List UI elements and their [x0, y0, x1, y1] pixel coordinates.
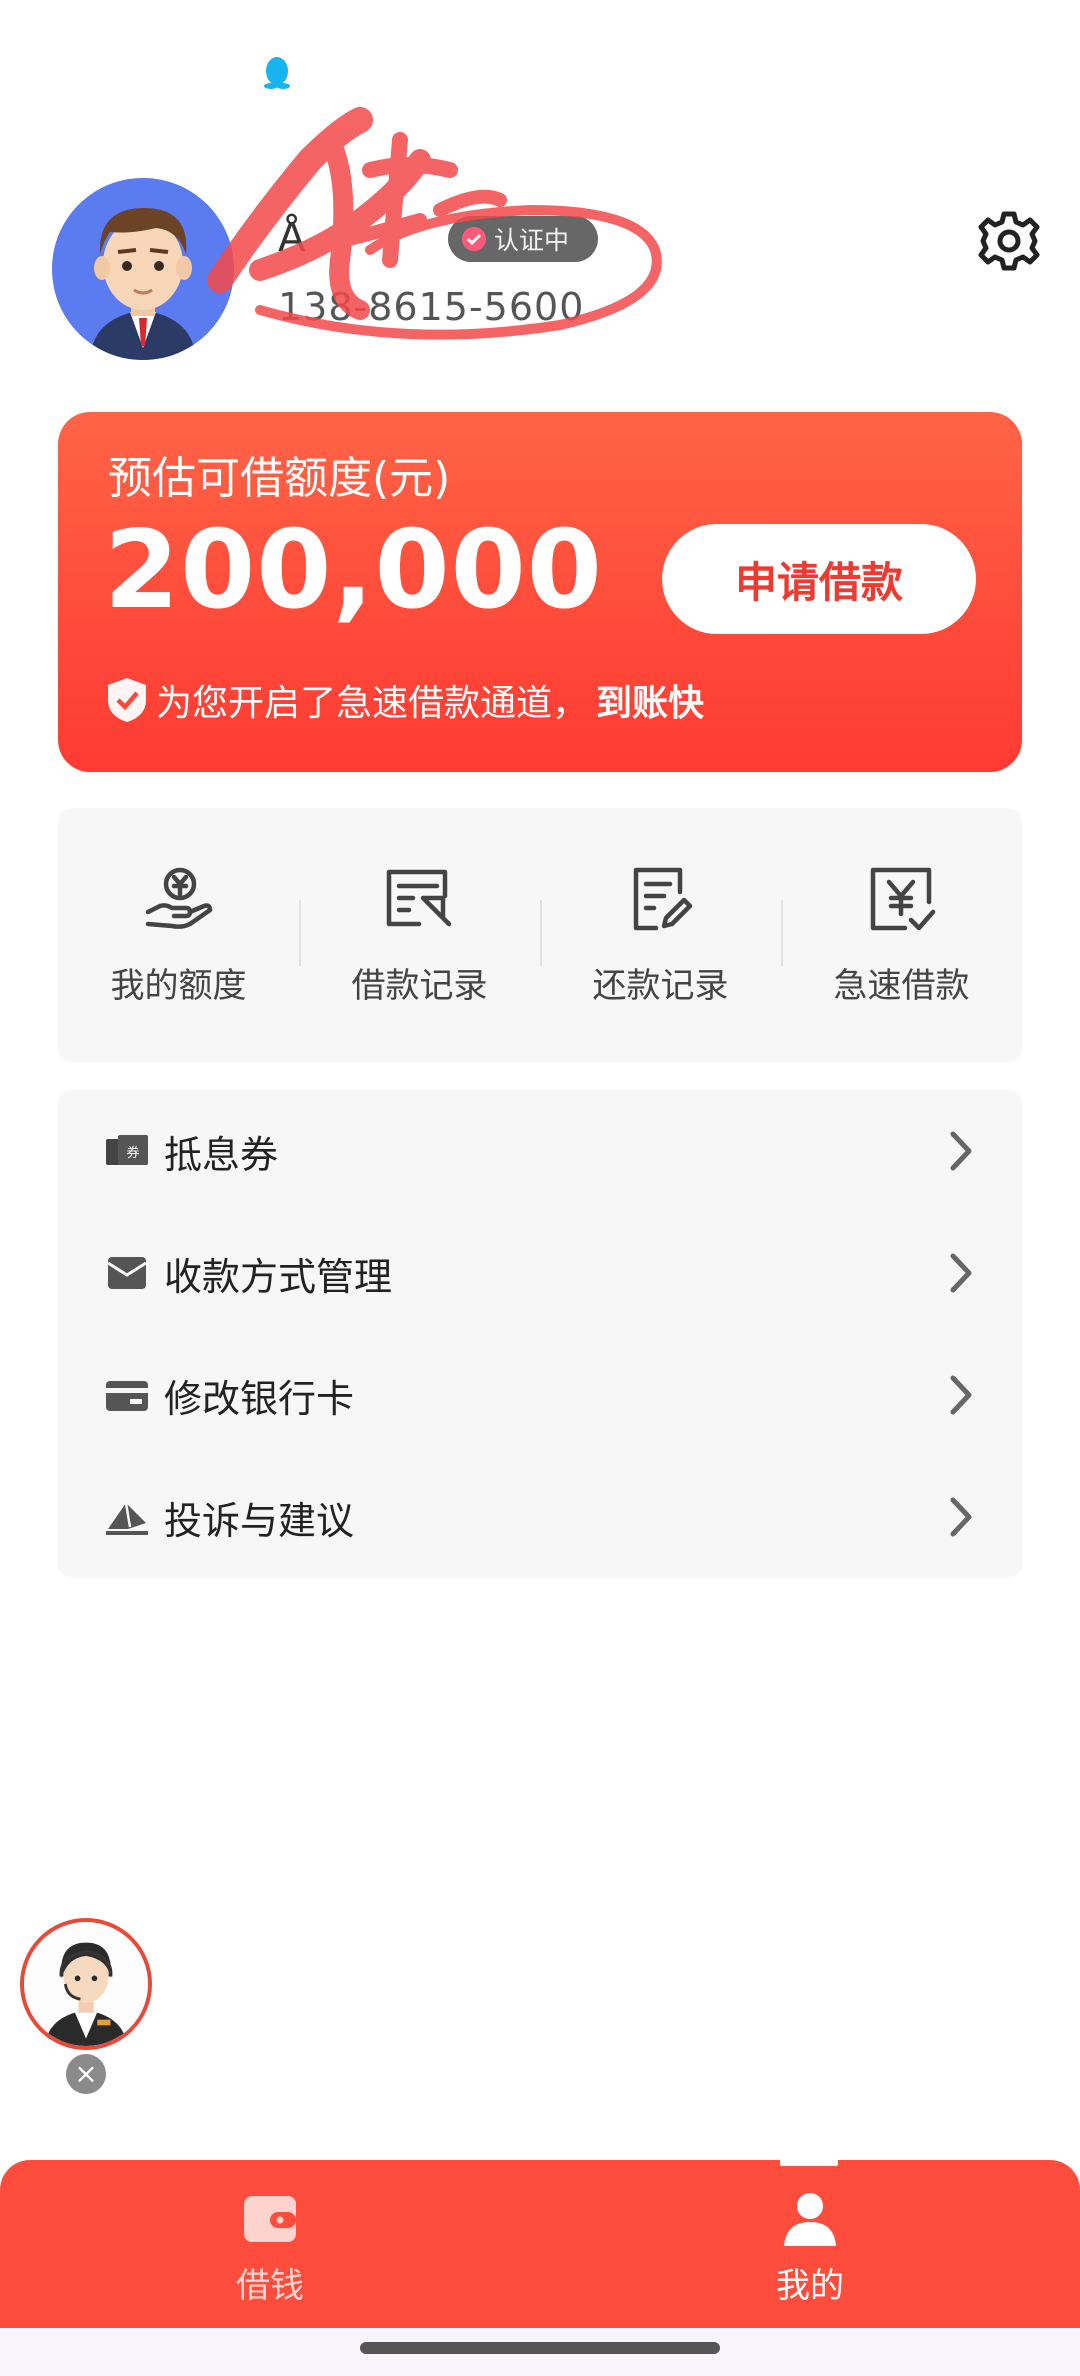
bank-card-icon [106, 1381, 148, 1411]
home-indicator[interactable] [360, 2342, 720, 2354]
tab-mine[interactable]: 我的 [710, 2188, 910, 2307]
customer-service-agent-icon [24, 1922, 148, 2046]
quick-action-label: 借款记录 [351, 966, 488, 1006]
quick-action-my-limit[interactable]: 我的额度 [58, 808, 299, 1062]
quick-action-label: 急速借款 [833, 966, 970, 1006]
chevron-right-icon [950, 1375, 972, 1415]
verify-status-badge: 认证中 [448, 216, 598, 262]
menu-item-interest-coupon[interactable]: 券 抵息券 [58, 1090, 1022, 1212]
fast-arrival-text: 到账快 [596, 683, 705, 724]
avatar[interactable] [52, 178, 234, 360]
credit-limit-label: 预估可借额度(元) [108, 453, 451, 504]
bottom-tab-bar: 借钱 我的 [0, 2160, 1080, 2328]
chevron-right-icon [950, 1497, 972, 1537]
feedback-icon [106, 1502, 148, 1535]
qq-penguin-icon [264, 57, 290, 89]
shield-check-icon [108, 678, 146, 722]
yen-check-icon [870, 867, 935, 931]
coupon-icon: 券 [106, 1135, 148, 1165]
credit-limit-card: 预估可借额度(元) 200,000 申请借款 为您开启了急速借款通道， 到账快 [58, 412, 1022, 772]
quick-action-express-loan[interactable]: 急速借款 [781, 808, 1022, 1062]
repay-record-icon [633, 867, 692, 931]
menu-item-complaints[interactable]: 投诉与建议 [58, 1456, 1022, 1578]
tab-label: 我的 [776, 2266, 844, 2306]
coin-hand-icon [145, 867, 212, 929]
quick-actions-panel: 我的额度 借款记录 还款记录 急速借款 [58, 808, 1022, 1062]
menu-item-bank-card[interactable]: 修改银行卡 [58, 1334, 1022, 1456]
menu-item-payment-methods[interactable]: 收款方式管理 [58, 1212, 1022, 1334]
username: Å [278, 215, 306, 261]
menu-item-label: 修改银行卡 [164, 1376, 355, 1421]
loan-record-icon [386, 869, 451, 927]
menu-item-label: 投诉与建议 [164, 1498, 355, 1543]
tab-borrow[interactable]: 借钱 [170, 2188, 370, 2307]
tab-label: 借钱 [236, 2266, 304, 2306]
wallet-icon [244, 2196, 296, 2242]
customer-service-button[interactable] [20, 1918, 152, 2050]
fast-channel-notice: 为您开启了急速借款通道， 到账快 [106, 674, 704, 726]
gear-icon[interactable] [978, 210, 1040, 272]
phone-number: 138-8615-5600 [278, 285, 585, 329]
quick-action-loan-records[interactable]: 借款记录 [299, 808, 540, 1062]
credit-limit-amount: 200,000 [104, 508, 603, 633]
settings-menu: 券 抵息券 收款方式管理 修改银行卡 投诉与建议 [58, 1090, 1022, 1578]
quick-action-label: 还款记录 [592, 966, 729, 1006]
mine-page: Å 认证中 138-8615-5600 预估可借额度(元) 200,000 申请… [0, 0, 1080, 2376]
verify-status-text: 认证中 [494, 226, 570, 255]
chevron-right-icon [950, 1253, 972, 1293]
apply-loan-button[interactable]: 申请借款 [662, 524, 976, 634]
quick-action-label: 我的额度 [110, 966, 247, 1006]
person-icon [784, 2193, 836, 2246]
chevron-right-icon [950, 1131, 972, 1171]
quick-action-repay-records[interactable]: 还款记录 [540, 808, 781, 1062]
verify-icon [462, 227, 486, 251]
envelope-icon [107, 1257, 147, 1289]
active-tab-indicator [780, 2158, 838, 2166]
svg-text:券: 券 [126, 1145, 139, 1161]
menu-item-label: 收款方式管理 [164, 1254, 393, 1299]
fast-channel-text: 为您开启了急速借款通道， [156, 683, 589, 724]
close-icon[interactable]: × [66, 2054, 106, 2094]
menu-item-label: 抵息券 [164, 1132, 279, 1177]
